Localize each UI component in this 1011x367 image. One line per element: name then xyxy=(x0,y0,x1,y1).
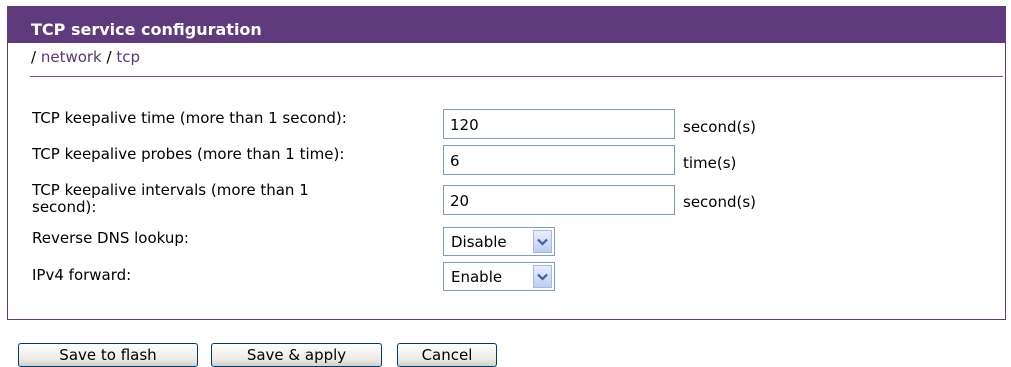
page-title: TCP service configuration xyxy=(31,20,262,39)
keepalive-time-label: TCP keepalive time (more than 1 second): xyxy=(32,109,347,127)
keepalive-time-input[interactable]: 120 xyxy=(443,109,675,139)
breadcrumb-tcp-link[interactable]: tcp xyxy=(116,48,140,66)
reverse-dns-select[interactable]: Disable xyxy=(443,227,555,256)
breadcrumb-separator: / xyxy=(31,48,41,66)
breadcrumb-network-link[interactable]: network xyxy=(41,48,102,66)
reverse-dns-label: Reverse DNS lookup: xyxy=(32,229,189,247)
keepalive-probes-input[interactable]: 6 xyxy=(443,145,675,175)
breadcrumb: / network / tcp xyxy=(31,48,140,66)
keepalive-time-unit: second(s) xyxy=(683,118,757,136)
save-to-flash-button[interactable]: Save to flash xyxy=(18,343,198,367)
keepalive-probes-label: TCP keepalive probes (more than 1 time): xyxy=(32,145,345,163)
reverse-dns-value: Disable xyxy=(451,232,507,251)
keepalive-probes-unit: time(s) xyxy=(683,154,737,172)
divider xyxy=(30,76,1003,77)
breadcrumb-separator: / xyxy=(101,48,117,66)
keepalive-intervals-label: TCP keepalive intervals (more than 1 sec… xyxy=(32,182,309,216)
ipv4-forward-label: IPv4 forward: xyxy=(32,266,132,284)
panel-header: TCP service configuration xyxy=(7,6,1006,43)
cancel-button[interactable]: Cancel xyxy=(397,343,497,367)
keepalive-intervals-label-line2: second): xyxy=(32,198,97,216)
ipv4-forward-select[interactable]: Enable xyxy=(443,262,555,291)
keepalive-intervals-unit: second(s) xyxy=(683,193,757,211)
keepalive-intervals-input[interactable]: 20 xyxy=(443,185,675,215)
ipv4-forward-value: Enable xyxy=(451,267,503,286)
keepalive-intervals-label-line1: TCP keepalive intervals (more than 1 xyxy=(32,181,309,199)
chevron-down-icon[interactable] xyxy=(533,265,552,288)
save-apply-button[interactable]: Save & apply xyxy=(211,343,382,367)
chevron-down-icon[interactable] xyxy=(533,230,552,253)
